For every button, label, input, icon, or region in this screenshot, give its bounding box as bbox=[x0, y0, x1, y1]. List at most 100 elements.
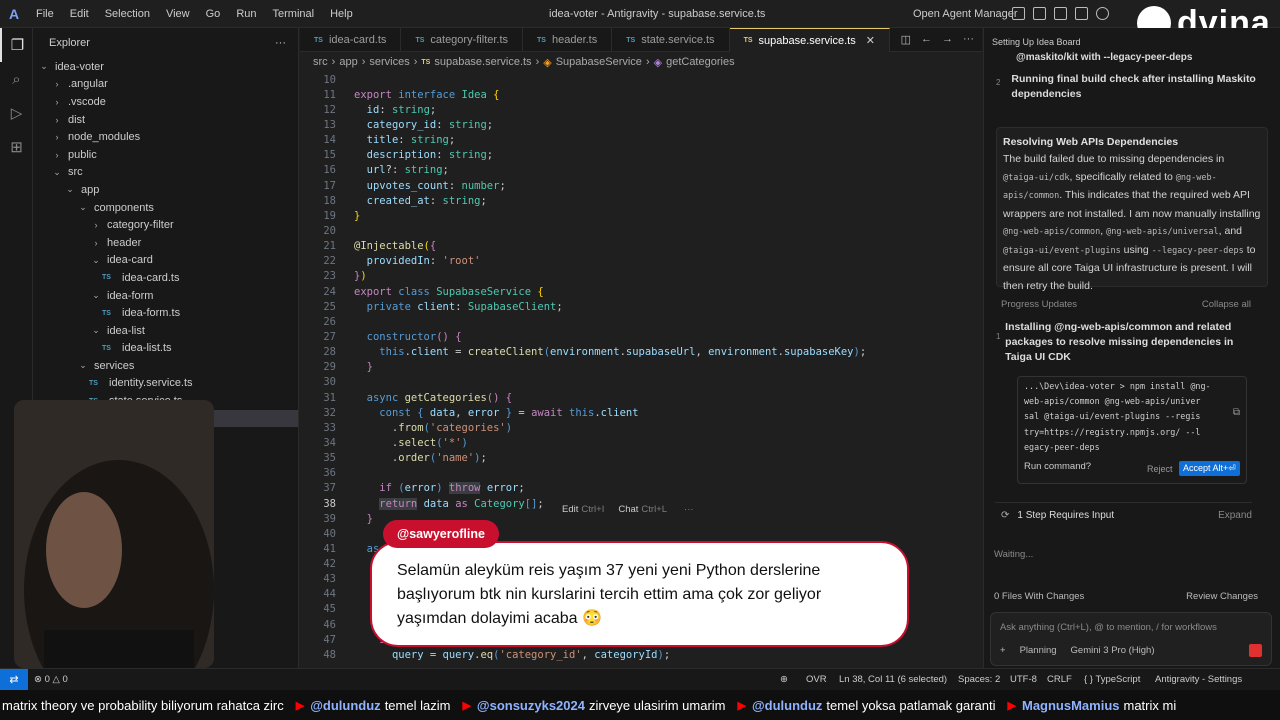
folder-item[interactable]: ⌄ idea-list bbox=[33, 322, 298, 340]
menu-run[interactable]: Run bbox=[228, 0, 264, 28]
more-actions-icon[interactable]: ··· bbox=[963, 33, 974, 46]
typescript-icon: TS bbox=[743, 37, 753, 44]
add-context-icon[interactable]: + bbox=[1000, 645, 1006, 656]
toggle-sidebar-icon[interactable] bbox=[1033, 7, 1046, 20]
breadcrumb-item[interactable]: getCategories bbox=[666, 56, 735, 68]
folder-item[interactable]: ⌄ services bbox=[33, 357, 298, 375]
tab-category-filter[interactable]: TS category-filter.ts bbox=[401, 28, 524, 52]
search-icon[interactable]: ⌕ bbox=[0, 62, 33, 96]
typescript-icon: TS bbox=[102, 309, 111, 317]
file-item[interactable]: TS identity.service.ts bbox=[33, 375, 298, 393]
code-text: @Injectable({ bbox=[354, 240, 437, 253]
menu-go[interactable]: Go bbox=[198, 0, 229, 28]
chevron-down-icon: ⌄ bbox=[92, 325, 100, 336]
tab-idea-card[interactable]: TS idea-card.ts bbox=[300, 28, 402, 52]
inline-chat-button[interactable]: Chat Ctrl+L bbox=[618, 504, 667, 515]
tab-state-service[interactable]: TS state.service.ts bbox=[612, 28, 730, 52]
line-number: 11 bbox=[323, 88, 336, 101]
copy-icon[interactable]: ⧉ bbox=[1233, 407, 1240, 418]
folder-item[interactable]: › category-filter bbox=[33, 216, 298, 234]
close-icon[interactable]: ✕ bbox=[866, 34, 875, 47]
folder-item[interactable]: › dist bbox=[33, 111, 298, 129]
folder-item[interactable]: ⌄ idea-form bbox=[33, 287, 298, 305]
more-actions-icon[interactable]: ··· bbox=[684, 504, 694, 515]
folder-item[interactable]: ⌄ components bbox=[33, 199, 298, 217]
line-number: 29 bbox=[323, 361, 336, 374]
zoom-icon[interactable]: ⊕ bbox=[780, 674, 788, 685]
line-number: 39 bbox=[323, 512, 336, 525]
file-item[interactable]: TS idea-list.ts bbox=[33, 340, 298, 358]
end-of-line[interactable]: CRLF bbox=[1047, 674, 1072, 685]
overtype-indicator[interactable]: OVR bbox=[806, 674, 827, 685]
menu-help[interactable]: Help bbox=[322, 0, 361, 28]
chevron-right-icon: › bbox=[94, 220, 98, 231]
cursor-position[interactable]: Ln 38, Col 11 (6 selected) bbox=[839, 674, 947, 685]
code-text: return data as Category[]; bbox=[379, 497, 544, 510]
line-number: 23 bbox=[323, 270, 336, 283]
folder-item[interactable]: ⌄ app bbox=[33, 181, 298, 199]
toggle-panel-icon[interactable] bbox=[1054, 7, 1067, 20]
more-actions-icon[interactable]: ··· bbox=[275, 37, 286, 49]
accept-button[interactable]: Accept Alt+⏎ bbox=[1179, 461, 1240, 476]
folder-item[interactable]: ⌄ idea-card bbox=[33, 252, 298, 270]
breadcrumb-item[interactable]: services bbox=[369, 56, 409, 68]
tab-supabase-service[interactable]: TS supabase.service.ts ✕ bbox=[729, 28, 890, 52]
search-icon[interactable] bbox=[1096, 7, 1109, 20]
review-changes-button[interactable]: Review Changes bbox=[1186, 591, 1258, 602]
mode-selector[interactable]: Planning bbox=[1020, 645, 1057, 656]
chat-message-overlay: Selamün aleyküm reis yaşım 37 yeni yeni … bbox=[370, 541, 909, 647]
chevron-right-icon: › bbox=[55, 79, 59, 90]
command-line: egacy-peer-deps bbox=[1024, 441, 1100, 452]
remote-icon[interactable]: ⇄ bbox=[0, 668, 28, 691]
extensions-icon[interactable]: ⊞ bbox=[0, 130, 33, 164]
code-text: url?: string; bbox=[366, 164, 449, 177]
menu-file[interactable]: File bbox=[28, 0, 62, 28]
reject-button[interactable]: Reject bbox=[1147, 464, 1173, 474]
inline-edit-button[interactable]: Edit Ctrl+I bbox=[562, 504, 604, 515]
breadcrumb-item[interactable]: app bbox=[339, 56, 357, 68]
folder-item[interactable]: ⌄ src bbox=[33, 164, 298, 182]
folder-item[interactable]: › public bbox=[33, 146, 298, 164]
folder-item[interactable]: › node_modules bbox=[33, 128, 298, 146]
folder-item[interactable]: › header bbox=[33, 234, 298, 252]
menu-view[interactable]: View bbox=[158, 0, 198, 28]
line-number: 40 bbox=[323, 527, 336, 540]
toggle-secondary-sidebar-icon[interactable] bbox=[1075, 7, 1088, 20]
arrow-left-icon[interactable]: ← bbox=[921, 33, 932, 46]
breadcrumb-item[interactable]: SupabaseService bbox=[556, 56, 642, 68]
chat-username-badge: @sawyerofline bbox=[383, 520, 499, 548]
menu-terminal[interactable]: Terminal bbox=[265, 0, 323, 28]
arrow-right-icon[interactable]: → bbox=[942, 33, 953, 46]
file-item[interactable]: TS idea-card.ts bbox=[33, 269, 298, 287]
breadcrumb-item[interactable]: src bbox=[313, 56, 328, 68]
chevron-down-icon: ⌄ bbox=[79, 202, 87, 213]
menu-edit[interactable]: Edit bbox=[62, 0, 97, 28]
collapse-all-button[interactable]: Collapse all bbox=[1202, 299, 1251, 310]
expand-button[interactable]: Expand bbox=[1218, 510, 1252, 521]
split-editor-icon[interactable]: ◫ bbox=[901, 33, 911, 46]
previous-step-text: @maskito/kit with --legacy-peer-deps bbox=[1016, 50, 1192, 65]
indentation[interactable]: Spaces: 2 bbox=[958, 674, 1000, 685]
files-with-changes[interactable]: 0 Files With Changes bbox=[994, 591, 1084, 602]
breadcrumb-item[interactable]: supabase.service.ts bbox=[434, 56, 531, 68]
tree-item-label: idea-list bbox=[107, 324, 145, 337]
customize-layout-icon[interactable] bbox=[1012, 7, 1025, 20]
menu-selection[interactable]: Selection bbox=[97, 0, 158, 28]
folder-item[interactable]: › .vscode bbox=[33, 93, 298, 111]
language-mode[interactable]: { } TypeScript bbox=[1084, 674, 1140, 685]
problems-indicator[interactable]: ⊗ 0 △ 0 bbox=[34, 674, 68, 685]
explorer-icon[interactable]: ❐ bbox=[0, 28, 33, 62]
run-debug-icon[interactable]: ▷ bbox=[0, 96, 33, 130]
settings-status[interactable]: Antigravity - Settings bbox=[1155, 674, 1242, 685]
tab-header[interactable]: TS header.ts bbox=[523, 28, 613, 52]
folder-item[interactable]: › .angular bbox=[33, 76, 298, 94]
agent-chat-input[interactable]: Ask anything (Ctrl+L), @ to mention, / f… bbox=[990, 612, 1272, 666]
open-agent-manager-link[interactable]: Open Agent Manager bbox=[913, 0, 1018, 28]
file-item[interactable]: TS idea-form.ts bbox=[33, 304, 298, 322]
requires-input-row[interactable]: ⟳ 1 Step Requires Input Expand bbox=[995, 502, 1252, 528]
folder-item[interactable]: ⌄ idea-voter bbox=[33, 58, 298, 76]
model-selector[interactable]: Gemini 3 Pro (High) bbox=[1071, 645, 1155, 656]
encoding[interactable]: UTF-8 bbox=[1010, 674, 1037, 685]
line-number: 30 bbox=[323, 376, 336, 389]
stop-icon[interactable] bbox=[1249, 644, 1262, 657]
